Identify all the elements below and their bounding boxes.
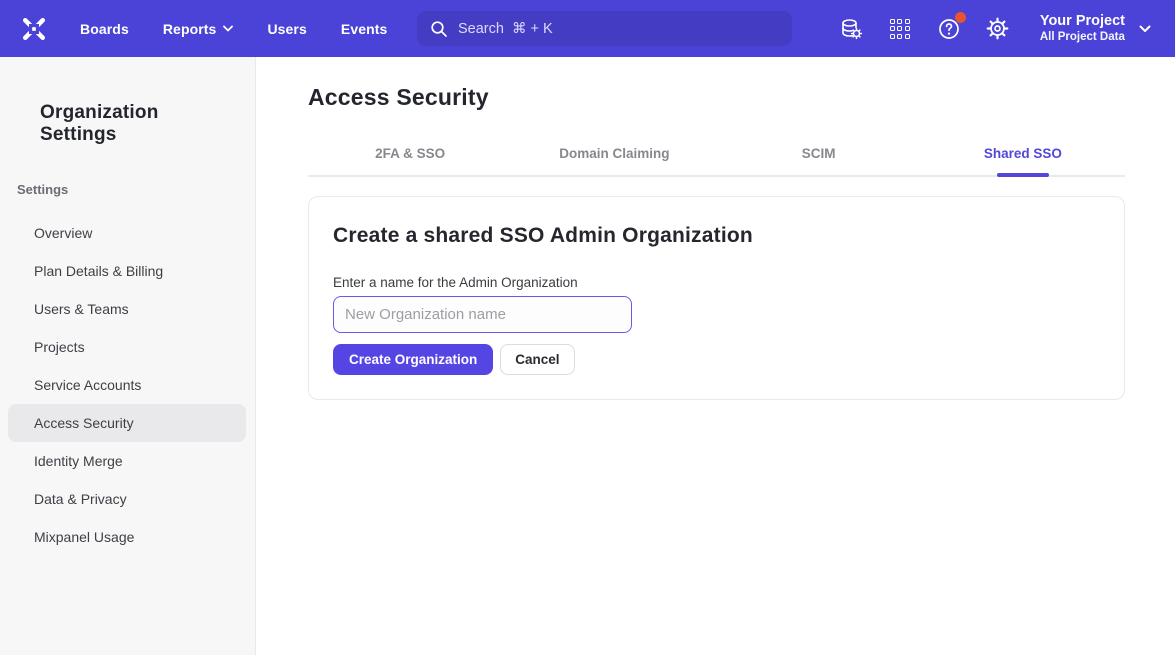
settings-gear-icon[interactable]	[985, 16, 1011, 42]
org-name-label: Enter a name for the Admin Organization	[333, 275, 1100, 290]
mixpanel-logo-icon	[19, 14, 49, 44]
sidebar-item-identity-merge[interactable]: Identity Merge	[8, 442, 246, 480]
tab-scim[interactable]: SCIM	[717, 146, 921, 175]
nav-users[interactable]: Users	[267, 21, 306, 37]
sidebar-item-data-privacy[interactable]: Data & Privacy	[8, 480, 246, 518]
nav-boards-label: Boards	[80, 21, 129, 37]
project-text: Your Project All Project Data	[1040, 12, 1125, 45]
help-icon[interactable]	[936, 16, 962, 42]
org-settings-sidebar: Organization Settings Settings Overview …	[0, 57, 256, 655]
nav-reports-label: Reports	[163, 21, 217, 37]
project-name: Your Project	[1040, 12, 1125, 30]
sidebar-list: Overview Plan Details & Billing Users & …	[0, 214, 255, 556]
page-title: Access Security	[308, 84, 1125, 111]
nav-events[interactable]: Events	[341, 21, 388, 37]
sidebar-title: Organization Settings	[0, 57, 255, 146]
chevron-down-icon	[223, 25, 233, 32]
topbar: Boards Reports Users Events	[0, 0, 1175, 57]
sidebar-item-mixpanel-usage[interactable]: Mixpanel Usage	[8, 518, 246, 556]
grid-dots	[890, 19, 910, 39]
create-organization-button[interactable]: Create Organization	[333, 344, 493, 375]
project-subtitle: All Project Data	[1040, 30, 1125, 44]
access-security-tabs: 2FA & SSO Domain Claiming SCIM Shared SS…	[308, 146, 1125, 177]
sidebar-item-access-security[interactable]: Access Security	[8, 404, 246, 442]
tab-shared-sso[interactable]: Shared SSO	[921, 146, 1125, 175]
sidebar-item-plan-details-billing[interactable]: Plan Details & Billing	[8, 252, 246, 290]
nav-events-label: Events	[341, 21, 388, 37]
top-navigation: Boards Reports Users Events	[80, 21, 387, 37]
apps-grid-icon[interactable]	[887, 16, 913, 42]
sidebar-item-projects[interactable]: Projects	[8, 328, 246, 366]
sidebar-item-overview[interactable]: Overview	[8, 214, 246, 252]
sidebar-item-users-teams[interactable]: Users & Teams	[8, 290, 246, 328]
global-search[interactable]	[417, 11, 792, 46]
mixpanel-logo[interactable]	[16, 11, 52, 47]
chevron-down-icon	[1139, 25, 1151, 33]
notification-dot	[955, 12, 966, 23]
tab-domain-claiming[interactable]: Domain Claiming	[512, 146, 716, 175]
button-row: Create Organization Cancel	[333, 344, 1100, 375]
project-switcher[interactable]: Your Project All Project Data	[1040, 12, 1151, 45]
org-name-input[interactable]	[333, 296, 632, 333]
database-gear-icon	[838, 16, 864, 42]
tab-2fa-sso[interactable]: 2FA & SSO	[308, 146, 512, 175]
mixpanel-app: Boards Reports Users Events	[0, 0, 1175, 655]
search-icon	[430, 20, 448, 38]
sidebar-item-service-accounts[interactable]: Service Accounts	[8, 366, 246, 404]
nav-reports[interactable]: Reports	[163, 21, 234, 37]
cancel-button[interactable]: Cancel	[500, 344, 574, 375]
gear-icon	[985, 16, 1010, 41]
card-title: Create a shared SSO Admin Organization	[333, 224, 1100, 248]
nav-boards[interactable]: Boards	[80, 21, 129, 37]
nav-users-label: Users	[267, 21, 306, 37]
shared-sso-card: Create a shared SSO Admin Organization E…	[308, 196, 1125, 400]
sidebar-section-label: Settings	[0, 182, 255, 197]
search-input[interactable]	[458, 21, 758, 37]
main-content: Access Security 2FA & SSO Domain Claimin…	[256, 57, 1175, 655]
data-pipelines-icon[interactable]	[838, 16, 864, 42]
topbar-right-cluster: Your Project All Project Data	[838, 0, 1175, 57]
